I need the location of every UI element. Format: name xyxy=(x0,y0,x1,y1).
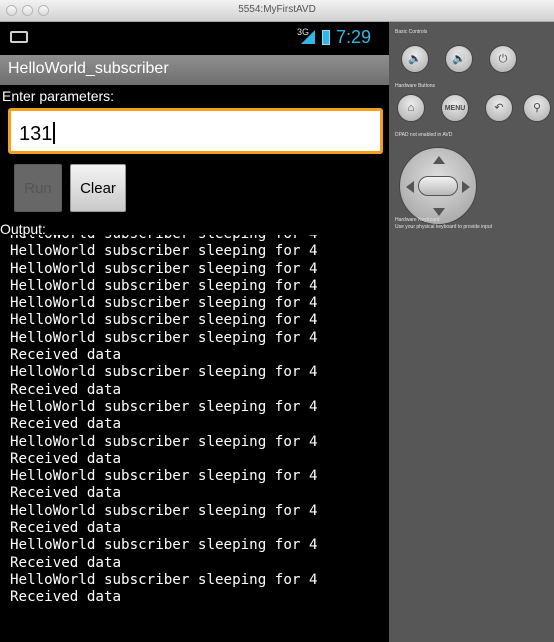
status-bar: 3G 7:29 xyxy=(0,22,389,54)
emulator-screen: 3G 7:29 HelloWorld_subscriber Enter para… xyxy=(0,22,389,642)
output-line: Received data xyxy=(10,589,122,606)
output-line: Received data xyxy=(10,485,122,502)
dpad-control[interactable] xyxy=(399,147,477,225)
output-line: Received data xyxy=(10,520,122,537)
app-title: HelloWorld_subscriber xyxy=(8,60,169,77)
dpad-left-icon[interactable] xyxy=(406,181,414,193)
basic-controls-label: Basic Controls xyxy=(395,29,428,35)
output-line: Received data xyxy=(10,347,122,364)
window-title: 5554:MyFirstAVD xyxy=(238,4,316,15)
params-input[interactable]: 131 xyxy=(8,108,383,154)
dpad-center-button[interactable] xyxy=(418,176,458,196)
params-label: Enter parameters: xyxy=(2,88,115,104)
power-button[interactable]: ⏻ xyxy=(489,45,517,73)
output-line: HelloWorld subscriber sleeping for 4 xyxy=(10,571,318,588)
status-time: 7:29 xyxy=(336,27,372,47)
dpad-up-icon[interactable] xyxy=(433,156,445,164)
emulator-controls-panel: Basic Controls 🔈 🔊 ⏻ Hardware Buttons ⌂ … xyxy=(389,22,554,642)
volume-down-icon: 🔈 xyxy=(408,52,422,65)
app-title-bar: HelloWorld_subscriber xyxy=(0,55,389,85)
output-line: HelloWorld subscriber sleeping for 4 xyxy=(10,364,318,381)
dpad-down-icon[interactable] xyxy=(433,208,445,216)
run-button[interactable]: Run xyxy=(14,164,62,212)
volume-down-button[interactable]: 🔈 xyxy=(401,45,429,73)
menu-icon: MENU xyxy=(444,104,466,112)
output-log[interactable]: HelloWorld subscriber sleeping for 4 Hell… xyxy=(10,235,385,642)
params-value: 131 xyxy=(19,123,53,145)
output-line: HelloWorld subscriber sleeping for 4 xyxy=(10,295,318,312)
notification-icon xyxy=(10,31,28,43)
volume-up-icon: 🔊 xyxy=(452,52,466,65)
output-line: Received data xyxy=(10,381,122,398)
output-line: HelloWorld subscriber sleeping for 4 xyxy=(10,312,318,329)
hardware-buttons-label: Hardware Buttons xyxy=(395,83,436,89)
output-line: HelloWorld subscriber sleeping for 4 xyxy=(10,243,318,260)
back-button[interactable]: ↶ xyxy=(485,94,513,122)
signal-icon xyxy=(301,30,315,44)
battery-icon xyxy=(322,30,330,45)
home-icon: ⌂ xyxy=(407,101,415,114)
output-line: HelloWorld subscriber sleeping for 4 xyxy=(10,433,318,450)
window-titlebar: 5554:MyFirstAVD xyxy=(0,0,554,22)
volume-up-button[interactable]: 🔊 xyxy=(445,45,473,73)
output-line: HelloWorld subscriber sleeping for 4 xyxy=(10,537,318,554)
search-button[interactable]: ⚲ xyxy=(523,94,551,122)
output-line: HelloWorld subscriber sleeping for 4 xyxy=(10,398,318,415)
output-line: HelloWorld subscriber sleeping for 4 xyxy=(10,329,318,346)
clear-button[interactable]: Clear xyxy=(70,164,126,212)
output-line: HelloWorld subscriber sleeping for 4 xyxy=(10,468,318,485)
output-line: Received data xyxy=(10,450,122,467)
dpad-note: DPAD not enabled in AVD xyxy=(395,132,453,138)
power-icon: ⏻ xyxy=(498,52,508,65)
menu-button[interactable]: MENU xyxy=(441,94,469,122)
keyboard-title: Hardware Keyboard xyxy=(395,217,440,223)
output-line: Received data xyxy=(10,416,122,433)
output-line: HelloWorld subscriber sleeping for 4 xyxy=(10,260,318,277)
output-line: Received data xyxy=(10,554,122,571)
search-icon: ⚲ xyxy=(532,101,542,114)
home-button[interactable]: ⌂ xyxy=(397,94,425,122)
back-icon: ↶ xyxy=(494,101,504,114)
keyboard-note: Use your physical keyboard to provide in… xyxy=(395,224,492,230)
output-line: HelloWorld subscriber sleeping for 4 xyxy=(10,502,318,519)
text-caret xyxy=(53,122,56,144)
dpad-right-icon[interactable] xyxy=(462,181,470,193)
output-line: HelloWorld subscriber sleeping for 4 xyxy=(10,235,385,243)
output-line: HelloWorld subscriber sleeping for 4 xyxy=(10,277,318,294)
